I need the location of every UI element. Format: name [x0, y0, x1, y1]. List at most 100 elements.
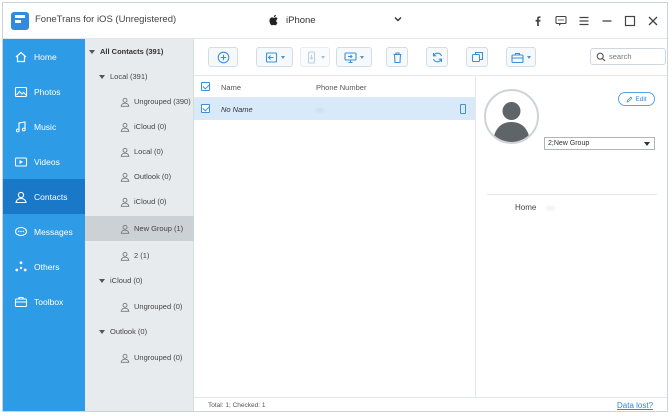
- status-bar: Total: 1; Checked: 1 Data lost?: [194, 397, 667, 411]
- sidebar-item-label: Music: [34, 121, 57, 132]
- pencil-icon: [626, 96, 633, 102]
- tree-group-ungrouped-icloud[interactable]: Ungrouped (0): [85, 294, 194, 319]
- sidebar-item-label: Videos: [34, 156, 60, 167]
- dropdown-arrow-icon: [527, 55, 531, 59]
- search-box[interactable]: [590, 48, 666, 65]
- app-logo-icon: [11, 12, 29, 30]
- sidebar-item-photos[interactable]: Photos: [3, 74, 85, 109]
- data-lost-link[interactable]: Data lost?: [617, 401, 653, 410]
- tree-label: iCloud (0): [134, 122, 167, 131]
- tree-folder-icloud[interactable]: iCloud (0): [85, 268, 194, 293]
- feedback-icon[interactable]: [553, 13, 569, 29]
- expand-arrow-icon[interactable]: [99, 278, 105, 283]
- person-icon: [120, 197, 130, 207]
- briefcase-icon: [511, 52, 524, 63]
- person-icon: [120, 224, 130, 234]
- expand-arrow-icon[interactable]: [89, 49, 95, 54]
- tree-label: Local (0): [134, 147, 164, 156]
- row-checkbox[interactable]: [201, 104, 210, 113]
- tree-group-local[interactable]: Local (0): [85, 139, 194, 164]
- messages-icon: [14, 225, 28, 239]
- person-icon: [120, 353, 130, 363]
- select-all-checkbox[interactable]: [201, 82, 210, 91]
- refresh-button[interactable]: [426, 47, 448, 67]
- dropdown-arrow-icon: [360, 55, 364, 59]
- import-icon: [265, 51, 277, 63]
- toolbox-icon: [14, 295, 28, 309]
- maximize-icon[interactable]: [622, 13, 638, 29]
- contacts-icon: [14, 190, 28, 204]
- dropdown-arrow-icon: [321, 55, 325, 59]
- tree-group-icloud-2[interactable]: iCloud (0): [85, 189, 194, 214]
- list-header: Name Phone Number: [194, 76, 475, 98]
- close-icon[interactable]: [645, 13, 661, 29]
- contact-phone: —: [316, 105, 324, 114]
- apple-icon: [269, 14, 278, 26]
- app-window: FoneTrans for iOS (Unregistered) iPhone …: [2, 2, 668, 412]
- tree-label: iCloud (0): [134, 197, 167, 206]
- delete-button[interactable]: [386, 47, 408, 67]
- export-to-pc-button[interactable]: [336, 47, 372, 67]
- person-icon: [120, 172, 130, 182]
- tree-group-icloud[interactable]: iCloud (0): [85, 114, 194, 139]
- title-bar: FoneTrans for iOS (Unregistered) iPhone: [3, 3, 667, 39]
- sidebar-item-label: Messages: [34, 226, 73, 237]
- tree-folder-outlook[interactable]: Outlook (0): [85, 319, 194, 344]
- videos-icon: [14, 155, 28, 169]
- sidebar-item-label: Contacts: [34, 191, 68, 202]
- menu-icon[interactable]: [576, 13, 592, 29]
- sidebar-item-videos[interactable]: Videos: [3, 144, 85, 179]
- tree-group-ungrouped[interactable]: Ungrouped (390): [85, 89, 194, 114]
- chevron-down-icon: [644, 142, 650, 146]
- expand-arrow-icon[interactable]: [99, 74, 105, 79]
- sidebar-item-toolbox[interactable]: Toolbox: [3, 284, 85, 319]
- trash-icon: [393, 51, 401, 63]
- tree-group-outlook[interactable]: Outlook (0): [85, 164, 194, 189]
- search-input[interactable]: [609, 51, 663, 62]
- add-contact-button[interactable]: [208, 47, 238, 67]
- toolbox-button[interactable]: [506, 47, 536, 67]
- sidebar-item-messages[interactable]: Messages: [3, 214, 85, 249]
- duplicate-button[interactable]: [466, 47, 488, 67]
- tree-group-2[interactable]: 2 (1): [85, 243, 194, 268]
- tree-group-ungrouped-outlook[interactable]: Ungrouped (0): [85, 345, 194, 370]
- tree-root-all-contacts[interactable]: All Contacts (391): [85, 39, 194, 64]
- device-selector[interactable]: iPhone: [265, 12, 405, 30]
- dropdown-arrow-icon: [280, 55, 285, 59]
- import-button[interactable]: [256, 47, 293, 67]
- person-icon: [120, 97, 130, 107]
- status-text: Total: 1; Checked: 1: [208, 402, 266, 409]
- sidebar-item-label: Photos: [34, 86, 61, 97]
- column-header-name[interactable]: Name: [221, 83, 241, 92]
- edit-button[interactable]: Edit: [618, 92, 655, 106]
- tree-label: Ungrouped (0): [134, 353, 183, 362]
- group-select[interactable]: 2;New Group: [544, 137, 655, 150]
- add-icon: [217, 51, 229, 63]
- window-controls: [530, 13, 661, 29]
- sidebar-item-home[interactable]: Home: [3, 39, 85, 74]
- tree-label: Local (391): [110, 72, 148, 81]
- tree-folder-local[interactable]: Local (391): [85, 64, 194, 89]
- avatar[interactable]: [484, 89, 539, 144]
- export-to-device-button[interactable]: [300, 47, 330, 67]
- contact-detail-panel: Edit 2;New Group Home —: [477, 75, 667, 397]
- tree-label: iCloud (0): [110, 276, 143, 285]
- contact-list: Name Phone Number No Name —: [194, 75, 476, 397]
- facebook-icon[interactable]: [530, 13, 546, 29]
- phone-export-icon: [307, 50, 316, 64]
- column-header-phone[interactable]: Phone Number: [316, 83, 366, 92]
- sidebar-item-music[interactable]: Music: [3, 109, 85, 144]
- duplicate-icon: [471, 51, 483, 62]
- sidebar-item-contacts[interactable]: Contacts: [3, 179, 85, 214]
- toolbar: [194, 39, 667, 75]
- music-icon: [14, 120, 28, 134]
- sidebar-item-others[interactable]: Others: [3, 249, 85, 284]
- tree-group-new-group[interactable]: New Group (1): [85, 216, 194, 241]
- device-phone-icon: [460, 104, 466, 114]
- expand-arrow-icon[interactable]: [99, 329, 105, 334]
- tree-label: Ungrouped (390): [134, 97, 191, 106]
- sidebar-item-label: Home: [34, 51, 57, 62]
- minimize-icon[interactable]: [599, 13, 615, 29]
- chevron-down-icon[interactable]: [393, 14, 403, 24]
- table-row[interactable]: No Name —: [194, 98, 475, 120]
